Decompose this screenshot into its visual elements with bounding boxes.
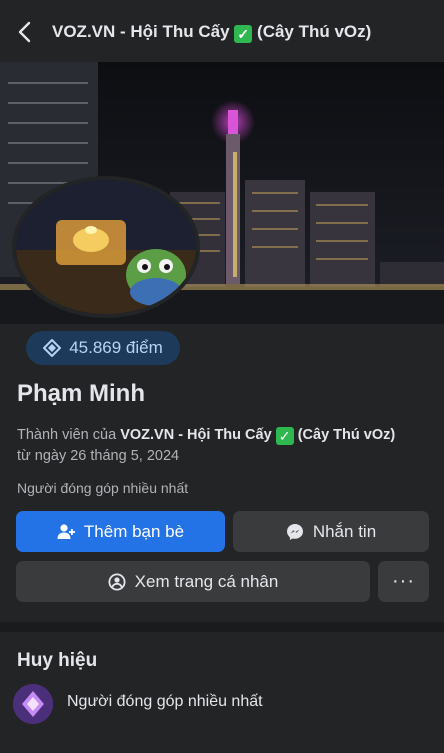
top-bar: VOZ.VN - Hội Thu Cấy ✓ (Cây Thú vOz) — [0, 0, 444, 62]
add-friend-icon — [57, 523, 75, 539]
checkmark-icon: ✓ — [275, 427, 294, 445]
add-friend-button[interactable]: Thêm bạn bè — [16, 511, 225, 552]
badge-item-label: Người đóng góp nhiều nhất — [67, 693, 263, 710]
profile-avatar[interactable] — [12, 176, 200, 318]
view-profile-label: Xem trang cá nhân — [134, 571, 279, 591]
message-label: Nhắn tin — [312, 521, 377, 541]
back-arrow-icon[interactable] — [14, 20, 36, 44]
member-prefix: Thành viên của — [17, 427, 117, 443]
view-profile-button[interactable]: Xem trang cá nhân — [16, 561, 370, 602]
diamond-icon — [43, 339, 62, 357]
user-circle-icon — [108, 573, 126, 590]
member-since: từ ngày 26 tháng 5, 2024 — [17, 448, 180, 464]
checkmark-icon: ✓ — [234, 25, 253, 43]
more-options-button[interactable]: ··· — [378, 561, 429, 602]
membership-info: Thành viên của VOZ.VN - Hội Thu Cấy ✓ (C… — [17, 425, 437, 467]
points-badge[interactable]: 45.869 điểm — [26, 331, 180, 365]
add-friend-label: Thêm bạn bè — [83, 521, 185, 541]
points-value: 45.869 điểm — [69, 338, 163, 357]
group-title-text: VOZ.VN - Hội Thu Cấy — [52, 22, 230, 41]
group-title: VOZ.VN - Hội Thu Cấy ✓ (Cây Thú vOz) — [52, 22, 371, 43]
message-button[interactable]: Nhắn tin — [233, 511, 429, 552]
profile-name: Phạm Minh — [17, 380, 146, 407]
more-options-icon: ··· — [392, 570, 415, 592]
member-group-name[interactable]: VOZ.VN - Hội Thu Cấy — [120, 427, 271, 443]
messenger-icon — [286, 523, 303, 540]
group-title-suffix: (Cây Thú vOz) — [257, 22, 372, 41]
contributor-label: Người đóng góp nhiều nhất — [17, 480, 189, 496]
badges-heading: Huy hiệu — [17, 650, 98, 671]
top-contributor-icon — [13, 684, 53, 724]
member-group-suffix[interactable]: (Cây Thú vOz) — [298, 427, 395, 443]
avatar-frog-image — [16, 180, 196, 314]
section-divider — [0, 622, 444, 632]
